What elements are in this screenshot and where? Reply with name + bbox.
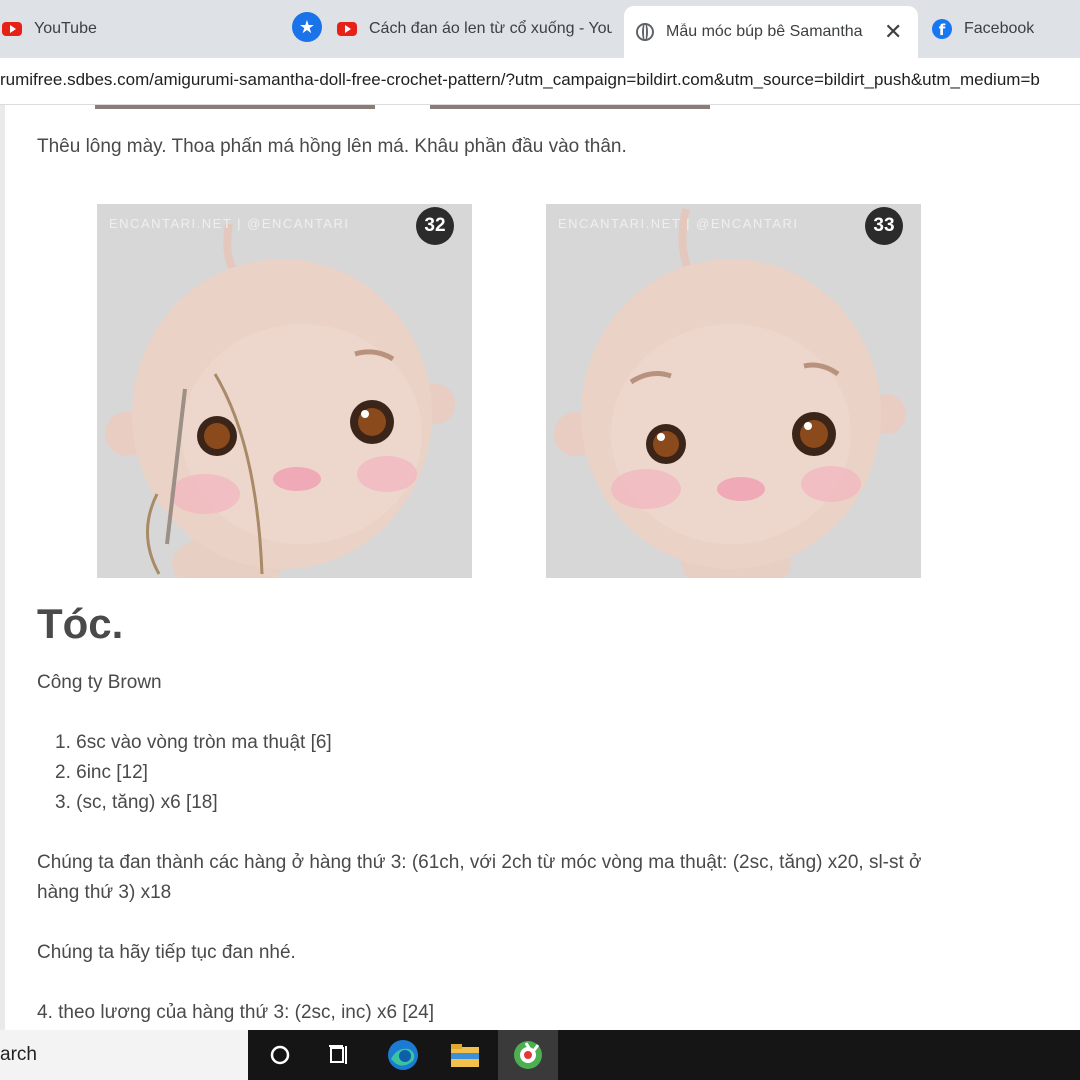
page-content: Thêu lông mày. Thoa phấn má hồng lên má.… [0,105,1080,1030]
app-icon[interactable] [498,1030,558,1080]
address-bar[interactable]: rumifree.sdbes.com/amigurumi-samantha-do… [0,58,1080,105]
tab-label: YouTube [34,20,97,37]
doll-head-illustration [97,204,472,578]
taskbar-search[interactable]: arch [0,1030,248,1080]
image-watermark: ENCANTARI.NET | @ENCANTARI [558,216,799,231]
doll-photo-33: ENCANTARI.NET | @ENCANTARI 33 [546,204,921,578]
step-number-badge: 33 [865,207,903,245]
list-item: 3. (sc, tăng) x6 [18] [55,792,218,813]
taskbar: arch [0,1030,1080,1080]
close-icon[interactable]: ✕ [884,19,902,45]
step-number-badge: 32 [416,207,454,245]
tab-video[interactable]: Cách đan áo len từ cổ xuống - You [337,6,612,52]
intro-text: Thêu lông mày. Thoa phấn má hồng lên má.… [37,136,627,157]
search-text[interactable]: arch [0,1044,37,1066]
image-watermark: ENCANTARI.NET | @ENCANTARI [109,216,350,231]
globe-icon [636,23,654,41]
tab-youtube[interactable]: YouTube [0,6,97,52]
url-text[interactable]: rumifree.sdbes.com/amigurumi-samantha-do… [0,70,1040,90]
facebook-icon: f [932,19,952,39]
continue-text: Chúng ta hãy tiếp tục đan nhé. [37,942,296,963]
yarn-text: Công ty Brown [37,672,162,693]
rows-paragraph-line1: Chúng ta đan thành các hàng ở hàng thứ 3… [37,852,922,873]
image-edge [95,105,375,109]
star-icon[interactable]: ★ [292,12,322,42]
edge-icon[interactable] [375,1030,431,1080]
tab-samantha[interactable]: Mẫu móc búp bê Samantha / ✕ [624,6,918,58]
list-item: 1. 6sc vào vòng tròn ma thuật [6] [55,732,332,753]
task-view-icon[interactable] [312,1030,368,1080]
rows-paragraph-line2: hàng thứ 3) x18 [37,882,172,903]
steps-list: 1. 6sc vào vòng tròn ma thuật [6] 2. 6in… [55,728,332,818]
cortana-icon[interactable] [252,1030,308,1080]
list-item: 2. 6inc [12] [55,762,148,783]
left-border [0,105,5,1030]
doll-photo-32: ENCANTARI.NET | @ENCANTARI 32 [97,204,472,578]
youtube-icon [337,22,357,36]
file-explorer-icon[interactable] [437,1030,493,1080]
tab-strip: YouTube ★ Cách đan áo len từ cổ xuống - … [0,0,1080,58]
image-edge [430,105,710,109]
youtube-icon [2,22,22,36]
doll-head-illustration [546,204,921,578]
tab-label: Cách đan áo len từ cổ xuống - You [369,20,612,37]
tab-label: Facebook [964,20,1035,37]
section-heading: Tóc. [37,600,124,647]
tab-facebook[interactable]: f Facebook [932,6,1034,52]
step-4-text: 4. theo lương của hàng thứ 3: (2sc, inc)… [37,1002,435,1023]
tab-label: Mẫu móc búp bê Samantha / [666,23,866,40]
